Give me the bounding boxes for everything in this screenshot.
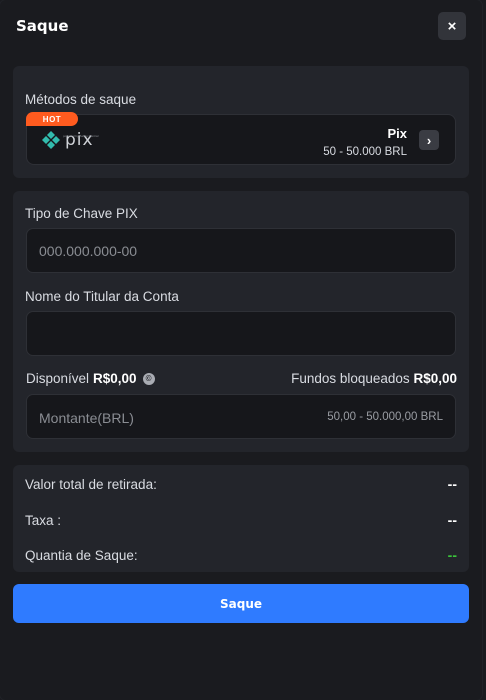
net-amount-value: -- (447, 547, 457, 563)
holder-name-input[interactable] (26, 311, 456, 356)
available-value: R$0,00 (93, 371, 137, 386)
blocked-funds: Fundos bloqueados R$0,00 (291, 371, 457, 386)
blocked-value: R$0,00 (413, 371, 457, 386)
summary-card: Valor total de retirada: -- Taxa : -- Qu… (13, 465, 469, 572)
amount-placeholder: Montante(BRL) (39, 410, 134, 426)
total-withdrawal-value: -- (447, 476, 457, 492)
methods-label: Métodos de saque (25, 92, 137, 107)
submit-withdraw-button[interactable]: Saque (13, 584, 469, 623)
amount-range: 50,00 - 50.000,00 BRL (327, 411, 443, 423)
methods-card: Métodos de saque pix powered by Banco Ce… (13, 66, 469, 178)
pix-logo: pix (41, 130, 94, 150)
method-select-button[interactable]: › (419, 130, 439, 150)
modal-title: Saque (16, 17, 69, 35)
close-button[interactable]: × (438, 12, 466, 40)
holder-name-label: Nome do Titular da Conta (25, 289, 179, 304)
pix-logo-subtext: powered by Banco Central (63, 134, 99, 138)
chevron-right-icon: › (426, 132, 432, 148)
info-icon[interactable]: © (142, 372, 155, 385)
pix-diamond-icon (42, 131, 60, 149)
method-range: 50 - 50.000 BRL (323, 146, 407, 158)
available-label: Disponível (26, 371, 90, 386)
amount-input[interactable]: Montante(BRL) 50,00 - 50.000,00 BRL (26, 394, 456, 439)
form-card: Tipo de Chave PIX Nome do Titular da Con… (13, 191, 469, 452)
net-amount-label: Quantia de Saque: (25, 548, 138, 563)
available-balance: Disponível R$0,00 © (26, 371, 155, 386)
withdraw-modal: Saque × Métodos de saque pix powered by … (0, 0, 482, 700)
pix-key-input[interactable] (26, 228, 456, 273)
hot-badge: HOT (26, 112, 78, 126)
fee-label: Taxa : (25, 513, 62, 528)
blocked-label: Fundos bloqueados (291, 371, 410, 386)
modal-header: Saque × (0, 0, 482, 52)
close-icon: × (447, 17, 457, 35)
fee-value: -- (447, 512, 457, 528)
pix-key-label: Tipo de Chave PIX (25, 206, 138, 221)
pix-logo-text: pix (65, 130, 94, 150)
total-withdrawal-label: Valor total de retirada: (25, 477, 157, 492)
method-pix-option[interactable]: pix powered by Banco Central Pix 50 - 50… (26, 114, 456, 165)
method-name: Pix (387, 126, 407, 141)
